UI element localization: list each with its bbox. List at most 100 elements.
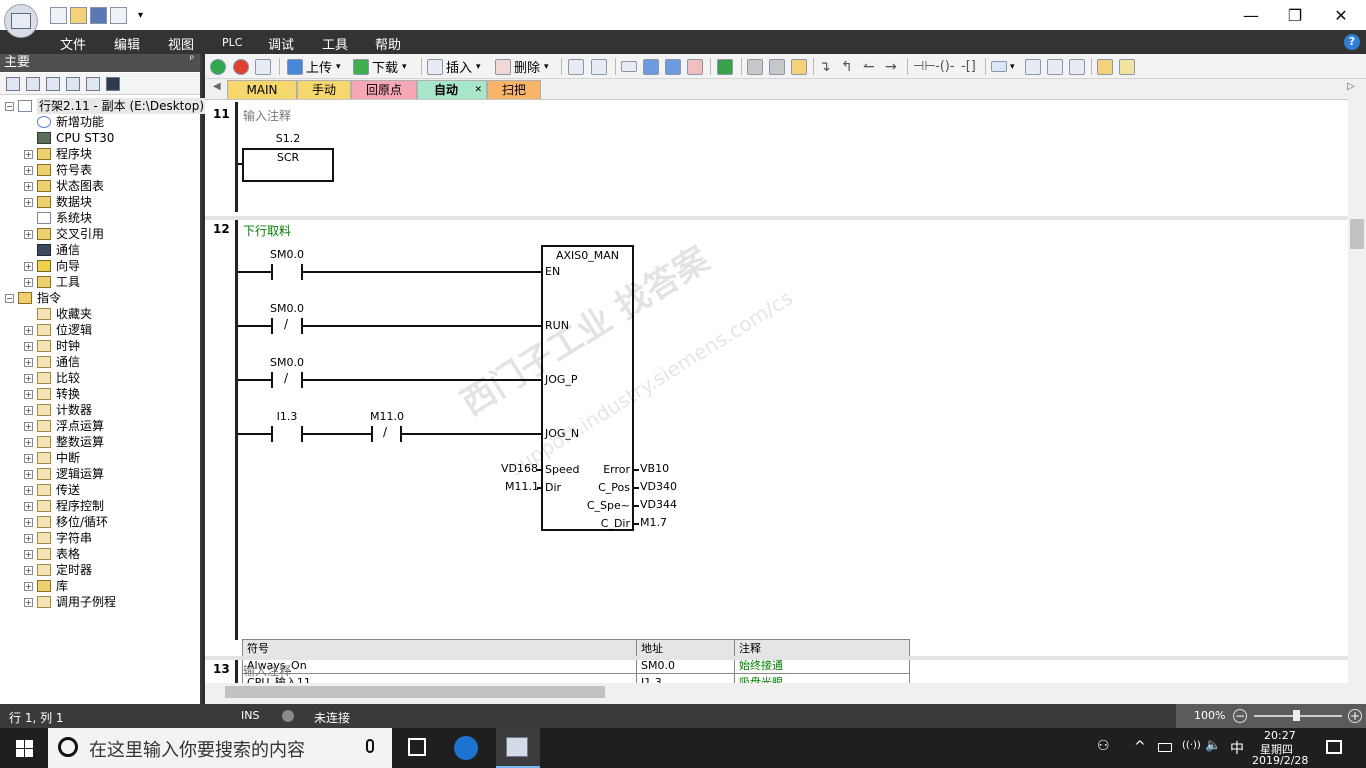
pause-monitor-button[interactable]: [591, 58, 607, 75]
tree-item[interactable]: − 指令: [5, 290, 61, 306]
taskbar-search[interactable]: 在这里输入你要搜索的内容: [48, 728, 392, 768]
tree-item[interactable]: + 状态图表: [24, 178, 104, 194]
open-folder-icon[interactable]: [70, 6, 87, 24]
operand-c-pos[interactable]: VD340: [640, 480, 677, 493]
app-menu-button[interactable]: [4, 4, 38, 38]
save-icon[interactable]: [90, 6, 107, 24]
tree-item[interactable]: + 浮点运算: [24, 418, 104, 434]
tree-item[interactable]: + 转换: [24, 386, 80, 402]
view-icon[interactable]: [6, 77, 20, 91]
table-row[interactable]: CPU_输入11 I1.3 吸盘光眼: [242, 673, 910, 683]
unlock-button[interactable]: [769, 58, 785, 75]
task-view-icon[interactable]: [408, 738, 426, 756]
new-file-icon[interactable]: [50, 6, 67, 24]
download-button[interactable]: 下载 ▾: [353, 58, 407, 76]
tab-manual[interactable]: 手动: [297, 80, 351, 99]
volume-icon[interactable]: 🔈: [1205, 738, 1221, 753]
expand-toggle-icon[interactable]: +: [24, 197, 33, 207]
monitor-icon[interactable]: [106, 77, 120, 91]
compile-button[interactable]: [255, 58, 271, 75]
help-icon[interactable]: ?: [1344, 34, 1360, 50]
restore-button[interactable]: ❐: [1272, 0, 1318, 30]
menu-help[interactable]: 帮助: [375, 34, 401, 53]
windows-start-icon[interactable]: [16, 740, 33, 757]
tree-item[interactable]: + 工具: [24, 274, 80, 290]
expand-toggle-icon[interactable]: +: [24, 165, 33, 175]
pin-icon[interactable]: ᵖ: [190, 54, 194, 65]
tree-item[interactable]: + 向导: [24, 258, 80, 274]
expand-toggle-icon[interactable]: +: [24, 373, 33, 383]
expand-toggle-icon[interactable]: +: [24, 325, 33, 335]
expand-toggle-icon[interactable]: +: [24, 437, 33, 447]
lock-button[interactable]: [747, 58, 763, 75]
table-icon[interactable]: [26, 77, 40, 91]
contact-nc[interactable]: [271, 372, 273, 388]
operand-error[interactable]: VB10: [640, 462, 669, 475]
expand-toggle-icon[interactable]: +: [24, 533, 33, 543]
menu-file[interactable]: 文件: [60, 34, 86, 53]
tree-item[interactable]: + 表格: [24, 546, 80, 562]
expand-toggle-icon[interactable]: +: [24, 565, 33, 575]
tree-item[interactable]: + 程序块: [24, 146, 92, 162]
expand-toggle-icon[interactable]: +: [24, 229, 33, 239]
print-icon[interactable]: [110, 6, 127, 24]
horizontal-scrollbar[interactable]: [205, 683, 1348, 701]
tree-item[interactable]: − 行架2.11 - 副本 (E:\Desktop): [5, 98, 207, 114]
zoom-in-button[interactable]: +: [1348, 709, 1362, 723]
insert-button[interactable]: 插入 ▾: [427, 58, 481, 76]
stop-button[interactable]: [233, 58, 249, 75]
apply-symbol-button[interactable]: [1069, 58, 1085, 75]
tree-item[interactable]: + 时钟: [24, 338, 80, 354]
tree-item[interactable]: + 传送: [24, 482, 80, 498]
ime-indicator[interactable]: 中: [1230, 738, 1244, 758]
expand-toggle-icon[interactable]: +: [24, 581, 33, 591]
microphone-icon[interactable]: [366, 739, 374, 753]
bookmark-remove-button[interactable]: [687, 58, 703, 75]
contact-nc[interactable]: [371, 426, 373, 442]
protect-button[interactable]: [791, 58, 807, 75]
battery-icon[interactable]: [1158, 743, 1172, 752]
menu-plc[interactable]: PLC: [222, 36, 242, 49]
expand-toggle-icon[interactable]: −: [5, 101, 14, 111]
tree-item[interactable]: 新增功能: [24, 114, 104, 130]
expand-toggle-icon[interactable]: +: [24, 181, 33, 191]
symbol-button[interactable]: ▾: [991, 58, 1015, 75]
zoom-slider-thumb[interactable]: [1293, 710, 1300, 721]
minimize-button[interactable]: —: [1228, 0, 1274, 30]
contact-no[interactable]: [271, 264, 273, 280]
line-right-button[interactable]: →: [885, 58, 897, 75]
tree-item[interactable]: + 字符串: [24, 530, 92, 546]
sogou-app-icon[interactable]: [454, 736, 478, 760]
zoom-out-button[interactable]: −: [1233, 709, 1247, 723]
tab-auto[interactable]: 自动 ✕: [417, 80, 487, 99]
tree-item[interactable]: + 数据块: [24, 194, 92, 210]
scr-box[interactable]: SCR: [242, 148, 334, 182]
menu-debug[interactable]: 调试: [268, 34, 294, 53]
tab-scroll-right-icon[interactable]: ▷: [1347, 81, 1355, 92]
expand-toggle-icon[interactable]: +: [24, 357, 33, 367]
branch-down-button[interactable]: ↴: [819, 58, 831, 75]
tree-item[interactable]: 收藏夹: [24, 306, 92, 322]
expand-toggle-icon[interactable]: +: [24, 405, 33, 415]
key-button[interactable]: [1097, 58, 1113, 75]
vertical-scrollbar[interactable]: [1348, 99, 1366, 683]
tree-item[interactable]: 通信: [24, 242, 80, 258]
props-icon[interactable]: [86, 77, 100, 91]
expand-toggle-icon[interactable]: +: [24, 469, 33, 479]
network-comment[interactable]: 输入注释: [243, 662, 291, 679]
contact-button[interactable]: ⊣⊢: [913, 58, 936, 75]
wifi-icon[interactable]: ((·)): [1182, 740, 1201, 751]
expand-toggle-icon[interactable]: +: [24, 389, 33, 399]
tab-close-icon[interactable]: ✕: [474, 81, 482, 100]
delete-button[interactable]: 删除 ▾: [495, 58, 549, 76]
menu-view[interactable]: 视图: [168, 34, 194, 53]
step7-app-button[interactable]: [496, 728, 540, 768]
notification-icon[interactable]: [1326, 740, 1342, 754]
comment-toggle-button[interactable]: [621, 58, 637, 75]
tree-item[interactable]: + 调用子例程: [24, 594, 116, 610]
expand-toggle-icon[interactable]: +: [24, 485, 33, 495]
tab-homing[interactable]: 回原点: [351, 80, 417, 99]
contact-nc[interactable]: [271, 318, 273, 334]
tray-expand-icon[interactable]: ^: [1134, 739, 1146, 755]
expand-toggle-icon[interactable]: −: [5, 293, 14, 303]
